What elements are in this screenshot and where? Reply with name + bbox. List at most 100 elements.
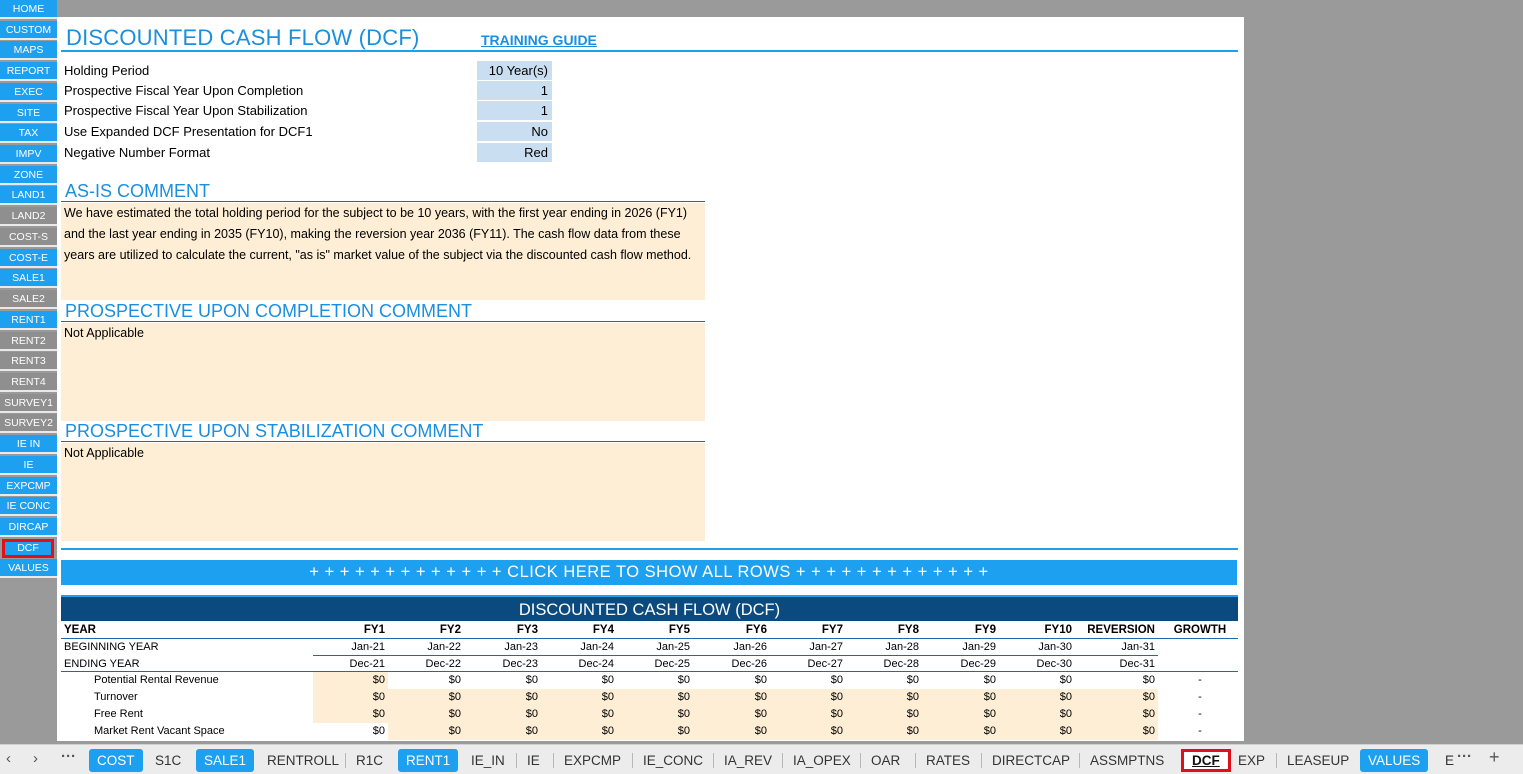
nav-land1[interactable]: LAND1	[0, 186, 57, 206]
tab-sale1[interactable]: SALE1	[196, 749, 255, 772]
nav-custom[interactable]: CUSTOM	[0, 20, 57, 40]
tab-ie[interactable]: IE	[519, 749, 548, 772]
value-cell[interactable]: $0	[617, 722, 693, 740]
nav-cost-e[interactable]: COST-E	[0, 248, 57, 268]
tab-assmptns[interactable]: ASSMPTNS	[1082, 749, 1172, 772]
nav-dcf[interactable]: DCF	[2, 538, 54, 558]
tab-ie-in[interactable]: IE_IN	[463, 749, 513, 772]
tab-exp[interactable]: EXP	[1230, 749, 1273, 772]
setting-value-input[interactable]: Red	[477, 143, 552, 162]
value-cell[interactable]: $0	[313, 705, 388, 723]
value-cell[interactable]: $0	[693, 722, 770, 740]
prev-sheet-icon[interactable]: ‹	[6, 750, 11, 767]
nav-sale2[interactable]: SALE2	[0, 290, 57, 310]
nav-maps[interactable]: MAPS	[0, 41, 57, 61]
nav-sale1[interactable]: SALE1	[0, 269, 57, 289]
nav-values[interactable]: VALUES	[0, 559, 57, 579]
value-cell[interactable]: $0	[770, 689, 846, 706]
tab-leaseup[interactable]: LEASEUP	[1279, 749, 1357, 772]
value-cell[interactable]: $0	[770, 705, 846, 723]
value-cell[interactable]: $0	[922, 689, 999, 706]
value-cell[interactable]: $0	[617, 705, 693, 723]
nav-land2[interactable]: LAND2	[0, 207, 57, 227]
value-cell[interactable]: $0	[999, 672, 1075, 689]
value-cell[interactable]: $0	[464, 705, 541, 723]
stabilization-comment-box[interactable]: Not Applicable	[61, 443, 705, 541]
value-cell[interactable]: $0	[464, 672, 541, 689]
value-cell[interactable]: $0	[922, 705, 999, 723]
nav-dircap[interactable]: DIRCAP	[0, 517, 57, 537]
nav-expcmp[interactable]: EXPCMP	[0, 476, 57, 496]
value-cell[interactable]: $0	[770, 672, 846, 689]
value-cell[interactable]: $0	[617, 689, 693, 706]
nav-rent4[interactable]: RENT4	[0, 372, 57, 392]
completion-comment-box[interactable]: Not Applicable	[61, 323, 705, 421]
value-cell[interactable]: $0	[693, 672, 770, 689]
nav-report[interactable]: REPORT	[0, 62, 57, 82]
value-cell[interactable]: $0	[388, 722, 464, 740]
nav-site[interactable]: SITE	[0, 103, 57, 123]
add-sheet-icon[interactable]: +	[1489, 747, 1500, 768]
value-cell[interactable]: $0	[693, 689, 770, 706]
value-cell[interactable]: $0	[999, 705, 1075, 723]
value-cell[interactable]: $0	[541, 705, 617, 723]
nav-rent3[interactable]: RENT3	[0, 352, 57, 372]
value-cell[interactable]: $0	[846, 672, 922, 689]
value-cell[interactable]: $0	[313, 672, 388, 690]
value-cell[interactable]: $0	[922, 722, 999, 740]
tab-directcap[interactable]: DIRECTCAP	[984, 749, 1078, 772]
nav-ie-conc[interactable]: IE CONC	[0, 497, 57, 517]
nav-rent2[interactable]: RENT2	[0, 331, 57, 351]
value-cell[interactable]: $0	[1075, 722, 1158, 740]
tab-rentroll[interactable]: RENTROLL	[259, 749, 347, 772]
nav-cost-s[interactable]: COST-S	[0, 227, 57, 247]
nav-zone[interactable]: ZONE	[0, 165, 57, 185]
tab-rent1[interactable]: RENT1	[398, 749, 459, 772]
value-cell[interactable]: $0	[1075, 672, 1158, 689]
value-cell[interactable]: $0	[388, 672, 464, 689]
value-cell[interactable]: $0	[617, 672, 693, 689]
value-cell[interactable]: $0	[922, 672, 999, 689]
value-cell[interactable]: $0	[541, 689, 617, 706]
nav-rent1[interactable]: RENT1	[0, 310, 57, 330]
nav-exec[interactable]: EXEC	[0, 82, 57, 102]
show-all-rows-button[interactable]: + + + + + + + + + + + + + CLICK HERE TO …	[61, 560, 1237, 585]
value-cell[interactable]: $0	[999, 722, 1075, 740]
more-tabs-left-icon[interactable]: ···	[61, 748, 76, 765]
tab-cost[interactable]: COST	[89, 749, 143, 772]
more-tabs-right-icon[interactable]: ···	[1457, 748, 1472, 765]
value-cell[interactable]: $0	[999, 689, 1075, 706]
tab-ie-conc[interactable]: IE_CONC	[635, 749, 711, 772]
nav-tax[interactable]: TAX	[0, 124, 57, 144]
value-cell[interactable]: $0	[846, 689, 922, 706]
value-cell[interactable]: $0	[313, 689, 388, 706]
value-cell[interactable]: $0	[541, 722, 617, 740]
value-cell[interactable]: $0	[541, 672, 617, 689]
as-is-comment-box[interactable]: We have estimated the total holding peri…	[61, 203, 705, 300]
value-cell[interactable]: $0	[1075, 689, 1158, 706]
setting-value-input[interactable]: No	[477, 122, 552, 141]
value-cell[interactable]: $0	[464, 689, 541, 706]
tab-dcf[interactable]: DCF	[1181, 749, 1231, 772]
nav-ie[interactable]: IE	[0, 455, 57, 475]
nav-survey2[interactable]: SURVEY2	[0, 414, 57, 434]
nav-impv[interactable]: IMPV	[0, 145, 57, 165]
next-sheet-icon[interactable]: ›	[33, 750, 38, 767]
value-cell[interactable]: $0	[770, 722, 846, 740]
value-cell[interactable]: $0	[846, 705, 922, 723]
nav-home[interactable]: HOME	[0, 0, 57, 19]
tab-ia-opex[interactable]: IA_OPEX	[785, 749, 859, 772]
tab-s1c[interactable]: S1C	[147, 749, 189, 772]
value-cell[interactable]: $0	[388, 705, 464, 723]
tab-values[interactable]: VALUES	[1360, 749, 1429, 772]
setting-value-input[interactable]: 10 Year(s)	[477, 61, 552, 80]
tab-expcmp[interactable]: EXPCMP	[556, 749, 629, 772]
value-cell[interactable]: $0	[313, 723, 388, 740]
tab-oar[interactable]: OAR	[863, 749, 908, 772]
value-cell[interactable]: $0	[846, 722, 922, 740]
setting-value-input[interactable]: 1	[477, 81, 552, 100]
value-cell[interactable]: $0	[693, 705, 770, 723]
setting-value-input[interactable]: 1	[477, 101, 552, 120]
nav-ie-in[interactable]: IE IN	[0, 435, 57, 455]
value-cell[interactable]: $0	[388, 689, 464, 706]
